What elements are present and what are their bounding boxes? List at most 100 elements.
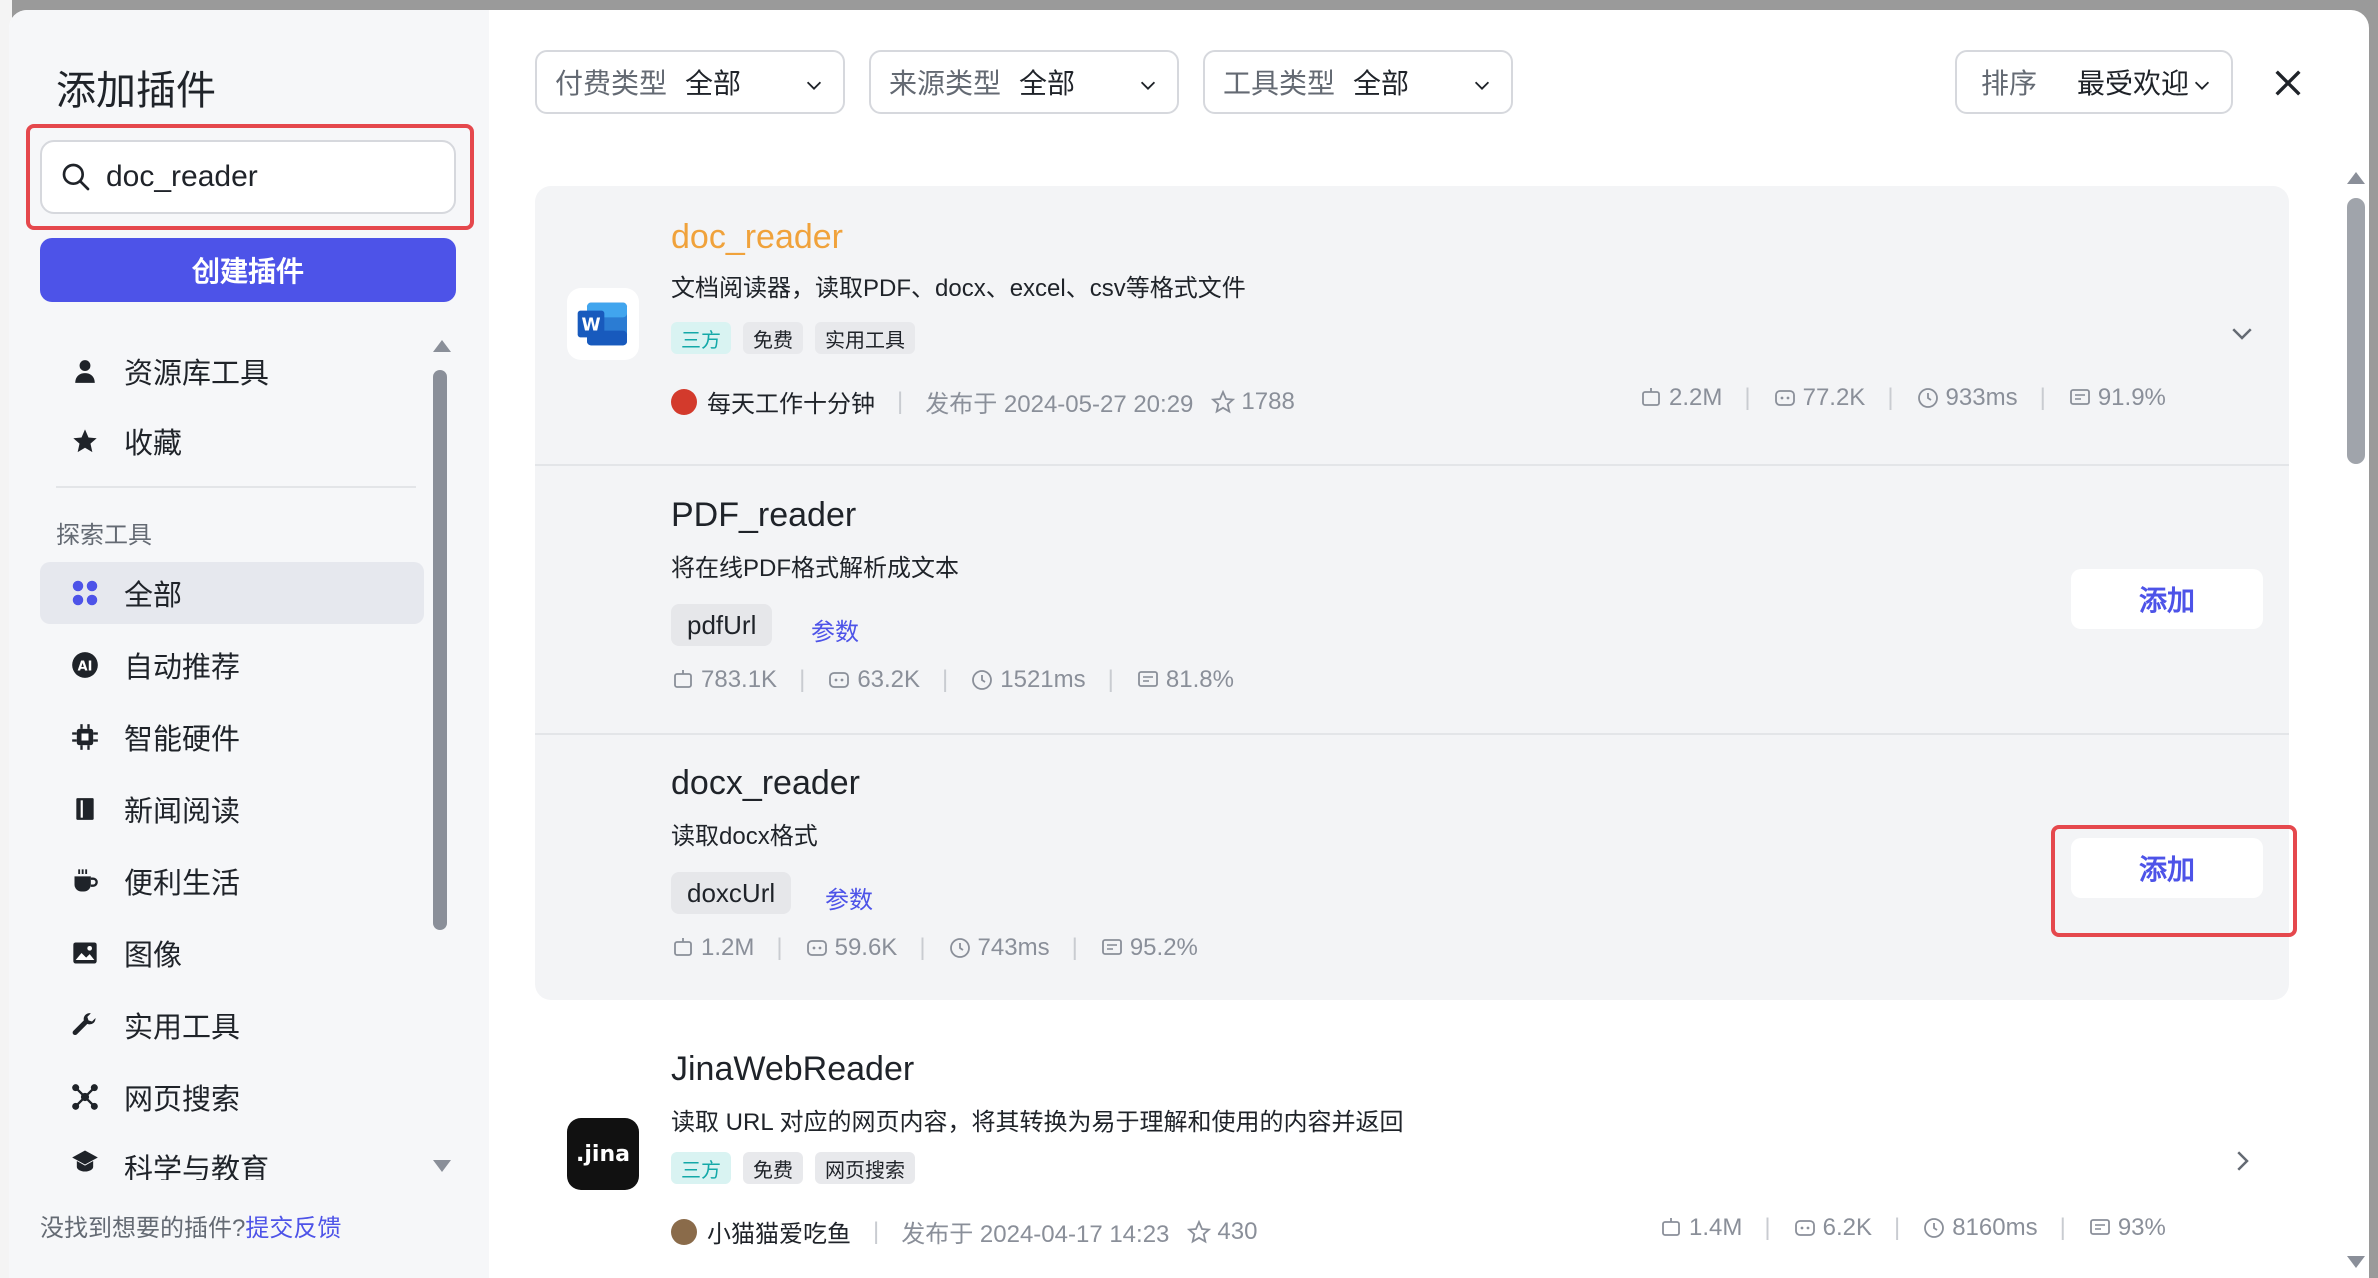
user-icon bbox=[70, 356, 100, 386]
add-docx-reader-button[interactable]: 添加 bbox=[2071, 838, 2263, 898]
filter-value: 最受欢迎 bbox=[2077, 68, 2190, 99]
book-icon bbox=[70, 794, 100, 824]
param-tag: doxcUrl bbox=[671, 872, 792, 914]
filter-key: 付费类型 bbox=[555, 68, 668, 99]
sidebar-item-smart-hardware[interactable]: 智能硬件 bbox=[40, 706, 424, 768]
sidebar-item-all[interactable]: 全部 bbox=[40, 562, 424, 624]
bot-icon bbox=[829, 672, 850, 688]
calls-count: 1.4M bbox=[1689, 1214, 1743, 1241]
sidebar-item-label: 科学与教育 bbox=[124, 1154, 270, 1180]
chevron-down-icon bbox=[806, 81, 822, 90]
feedback-link[interactable]: 提交反馈 bbox=[245, 1215, 341, 1242]
star-outline-icon bbox=[1187, 1219, 1212, 1243]
main-scroll-up-arrow[interactable] bbox=[2347, 172, 2365, 184]
plugin-author-meta: 小猫猫爱吃鱼 | 发布于 2024-04-17 14:23 430 bbox=[671, 1214, 1257, 1249]
bots-count: 77.2K bbox=[1802, 384, 1866, 411]
chevron-down-icon[interactable] bbox=[2227, 318, 2257, 348]
search-icon bbox=[62, 163, 90, 191]
author-name[interactable]: 小猫猫爱吃鱼 bbox=[707, 1214, 851, 1249]
row-divider bbox=[535, 464, 2289, 466]
calls-icon bbox=[1662, 1218, 1680, 1236]
close-icon[interactable] bbox=[2271, 66, 2305, 100]
tool-stats: 783.1K | 63.2K | 1521ms | 81.8% bbox=[671, 666, 1234, 694]
tag-free: 免费 bbox=[743, 322, 803, 354]
star-icon bbox=[70, 426, 100, 456]
star-count: 1788 bbox=[1241, 387, 1295, 415]
publish-date: 发布于 2024-05-27 20:29 bbox=[925, 391, 1194, 418]
sidebar-item-label: 图像 bbox=[124, 940, 183, 972]
sidebar-item-label: 便利生活 bbox=[124, 868, 241, 900]
pay-type-filter[interactable]: 付费类型 全部 bbox=[535, 50, 845, 114]
plugin-stats: 1.4M | 6.2K | 8160ms | 93% bbox=[1659, 1214, 2166, 1242]
sidebar-item-lifestyle[interactable]: 便利生活 bbox=[40, 850, 424, 912]
main-scrollbar-thumb[interactable] bbox=[2347, 198, 2365, 464]
success-rate-icon bbox=[2069, 389, 2090, 405]
author-name[interactable]: 每天工作十分钟 bbox=[707, 384, 875, 419]
clock-icon bbox=[972, 670, 993, 690]
filter-key: 工具类型 bbox=[1223, 68, 1336, 99]
main-scroll-down-arrow[interactable] bbox=[2347, 1256, 2365, 1268]
bots-count: 6.2K bbox=[1822, 1214, 1872, 1241]
tool-stats: 1.2M | 59.6K | 743ms | 95.2% bbox=[671, 934, 1198, 962]
tag-third-party: 三方 bbox=[671, 322, 731, 354]
search-input[interactable] bbox=[106, 160, 426, 194]
bot-icon bbox=[806, 940, 827, 956]
params-link[interactable]: 参数 bbox=[811, 612, 859, 647]
author-avatar bbox=[671, 388, 697, 415]
network-icon bbox=[70, 1082, 100, 1112]
sidebar-item-label: 智能硬件 bbox=[124, 724, 241, 756]
plugin-name[interactable]: JinaWebReader bbox=[671, 1050, 914, 1089]
filter-value: 全部 bbox=[685, 68, 742, 99]
filter-key: 来源类型 bbox=[889, 68, 1002, 99]
filter-value: 全部 bbox=[1353, 68, 1410, 99]
doc-reader-card-group bbox=[535, 186, 2289, 1000]
success-rate: 93% bbox=[2117, 1214, 2166, 1241]
create-plugin-button[interactable]: 创建插件 bbox=[40, 238, 456, 302]
sidebar-item-label: 全部 bbox=[124, 580, 183, 612]
plugin-name[interactable]: doc_reader bbox=[671, 218, 843, 257]
section-label: 探索工具 bbox=[56, 522, 152, 549]
calls-count: 1.2M bbox=[701, 934, 755, 961]
clock-icon bbox=[949, 938, 970, 958]
tag-category: 实用工具 bbox=[815, 322, 915, 354]
chevron-down-icon bbox=[1474, 81, 1490, 90]
image-icon bbox=[70, 938, 100, 968]
clock-icon bbox=[1924, 1218, 1945, 1238]
tool-name: PDF_reader bbox=[671, 496, 857, 534]
search-box[interactable] bbox=[40, 140, 456, 214]
plugin-description: 文档阅读器，读取PDF、docx、excel、csv等格式文件 bbox=[671, 275, 1246, 302]
params-link[interactable]: 参数 bbox=[825, 880, 873, 915]
svg-text:AI: AI bbox=[78, 659, 93, 674]
sidebar-item-auto-recommend[interactable]: AI 自动推荐 bbox=[40, 634, 424, 696]
sidebar-item-news[interactable]: 新闻阅读 bbox=[40, 778, 424, 840]
chevron-right-icon[interactable] bbox=[2227, 1146, 2257, 1176]
jina-logo-icon: .jina bbox=[567, 1118, 639, 1190]
sort-filter[interactable]: 排序 最受欢迎 bbox=[1955, 50, 2233, 114]
grid-icon bbox=[70, 578, 100, 608]
sidebar-item-favorites[interactable]: 收藏 bbox=[40, 410, 424, 472]
sidebar-item-image[interactable]: 图像 bbox=[40, 922, 424, 984]
sidebar-item-web-search[interactable]: 网页搜索 bbox=[40, 1066, 424, 1128]
chevron-down-icon bbox=[1140, 81, 1156, 90]
latency: 1521ms bbox=[1000, 666, 1086, 693]
sidebar-scrollbar-thumb[interactable] bbox=[433, 370, 447, 930]
tool-type-filter[interactable]: 工具类型 全部 bbox=[1203, 50, 1513, 114]
success-rate: 95.2% bbox=[1129, 934, 1198, 961]
sidebar-item-label: 新闻阅读 bbox=[124, 796, 241, 828]
row-divider bbox=[535, 733, 2289, 735]
filter-value: 全部 bbox=[1019, 68, 1076, 99]
word-icon: W bbox=[567, 288, 639, 360]
add-pdf-reader-button[interactable]: 添加 bbox=[2071, 569, 2263, 629]
source-type-filter[interactable]: 来源类型 全部 bbox=[869, 50, 1179, 114]
tool-name: docx_reader bbox=[671, 764, 861, 802]
sidebar-item-label: 资源库工具 bbox=[124, 358, 270, 390]
param-tag: pdfUrl bbox=[671, 604, 773, 646]
tag-third-party: 三方 bbox=[671, 1152, 731, 1184]
calls-count: 783.1K bbox=[701, 666, 778, 693]
sidebar-item-utilities[interactable]: 实用工具 bbox=[40, 994, 424, 1056]
sidebar-scroll-down-arrow[interactable] bbox=[433, 1160, 451, 1172]
sidebar-item-label: 实用工具 bbox=[124, 1012, 241, 1044]
sidebar-item-resource-tools[interactable]: 资源库工具 bbox=[40, 340, 424, 402]
sidebar-item-science-education[interactable]: 科学与教育 bbox=[40, 1138, 424, 1180]
sidebar-scroll-up-arrow[interactable] bbox=[433, 340, 451, 352]
